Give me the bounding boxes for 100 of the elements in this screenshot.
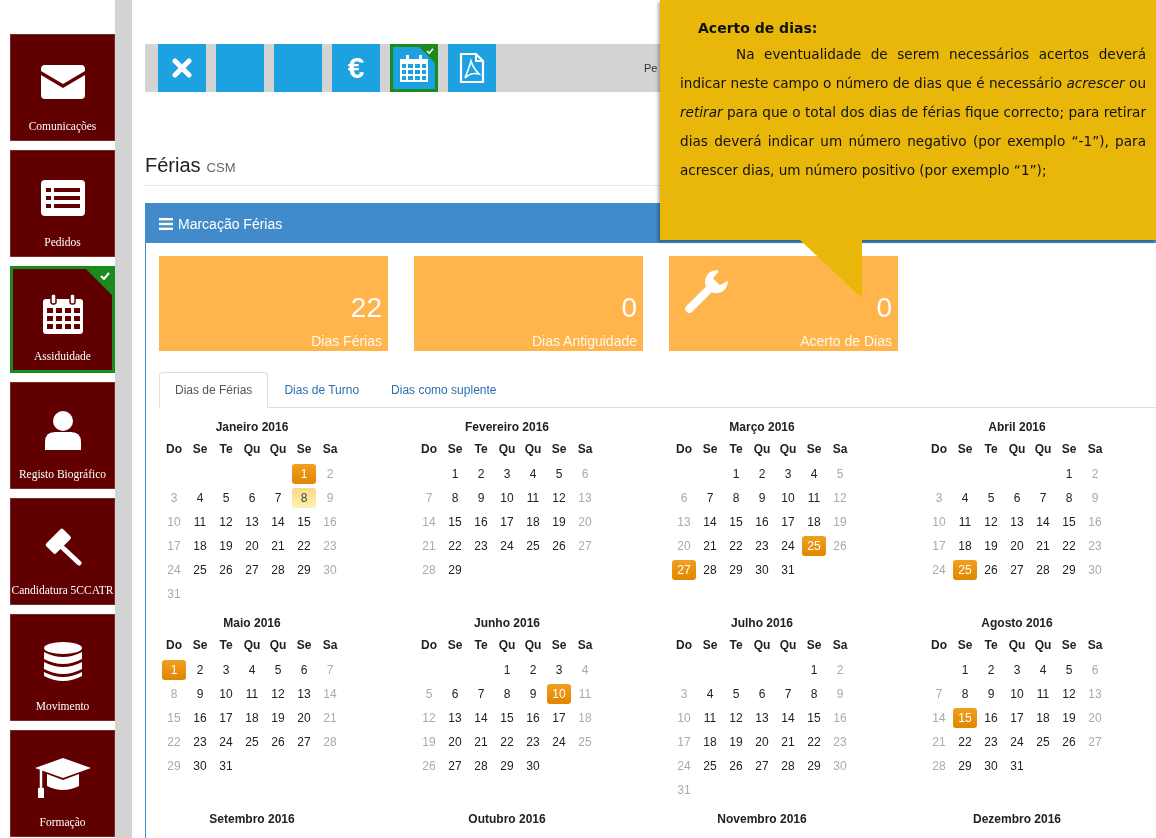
- calendar-day[interactable]: 12: [214, 512, 238, 532]
- calendar-day[interactable]: 8: [495, 684, 519, 704]
- calendar-day[interactable]: 6: [750, 684, 774, 704]
- calendar-day[interactable]: 5: [214, 488, 238, 508]
- calendar-day[interactable]: 25: [521, 536, 545, 556]
- calendar-day[interactable]: 16: [188, 708, 212, 728]
- calendar-day[interactable]: 21: [469, 732, 493, 752]
- calendar-day[interactable]: 24: [547, 732, 571, 752]
- calendar-day[interactable]: 23: [750, 536, 774, 556]
- pdf-button[interactable]: [448, 44, 496, 92]
- calendar-day[interactable]: 7: [469, 684, 493, 704]
- calendar-day[interactable]: 27: [443, 756, 467, 776]
- sidebar-item[interactable]: Pedidos: [10, 150, 115, 257]
- calendar-day[interactable]: 17: [214, 708, 238, 728]
- sidebar-item[interactable]: Comunicações: [10, 34, 115, 141]
- calendar-day[interactable]: 22: [724, 536, 748, 556]
- calendar-day[interactable]: 13: [292, 684, 316, 704]
- calendar-day[interactable]: 1: [443, 464, 467, 484]
- calendar-day[interactable]: 8: [802, 684, 826, 704]
- calendar-day[interactable]: 28: [1031, 560, 1055, 580]
- calendar-day[interactable]: 12: [266, 684, 290, 704]
- calendar-day[interactable]: 11: [240, 684, 264, 704]
- calendar-day[interactable]: 16: [469, 512, 493, 532]
- tab[interactable]: Dias de Turno: [268, 372, 376, 408]
- calendar-day[interactable]: 15: [495, 708, 519, 728]
- calendar-day[interactable]: 20: [292, 708, 316, 728]
- calendar-day[interactable]: 4: [698, 684, 722, 704]
- calendar-day[interactable]: 4: [953, 488, 977, 508]
- calendar-day[interactable]: 25: [188, 560, 212, 580]
- calendar-day[interactable]: 2: [188, 660, 212, 680]
- calendar-day[interactable]: 15: [292, 512, 316, 532]
- calendar-day[interactable]: 16: [750, 512, 774, 532]
- calendar-day[interactable]: 18: [188, 536, 212, 556]
- calendar-day[interactable]: 2: [750, 464, 774, 484]
- calendar-day[interactable]: 15: [724, 512, 748, 532]
- calendar-day[interactable]: 22: [495, 732, 519, 752]
- calendar-day[interactable]: 22: [953, 732, 977, 752]
- calendar-day[interactable]: 13: [443, 708, 467, 728]
- calendar-day[interactable]: 4: [521, 464, 545, 484]
- calendar-day[interactable]: 11: [188, 512, 212, 532]
- calendar-day[interactable]: 21: [266, 536, 290, 556]
- calendar-day[interactable]: 4: [240, 660, 264, 680]
- calendar-day[interactable]: 14: [776, 708, 800, 728]
- sidebar-item[interactable]: Candidatura 5CCATR: [10, 498, 115, 605]
- calendar-day[interactable]: 19: [724, 732, 748, 752]
- calendar-day[interactable]: 27: [750, 756, 774, 776]
- sidebar-item[interactable]: Formação: [10, 730, 115, 837]
- calendar-day[interactable]: 7: [698, 488, 722, 508]
- calendar-day[interactable]: 30: [750, 560, 774, 580]
- calendar-day[interactable]: 9: [188, 684, 212, 704]
- calendar-day[interactable]: 28: [266, 560, 290, 580]
- calendar-day[interactable]: 7: [776, 684, 800, 704]
- calendar-day[interactable]: 3: [214, 660, 238, 680]
- calendar-day[interactable]: 13: [240, 512, 264, 532]
- calendar-day[interactable]: 23: [188, 732, 212, 752]
- calendar-day[interactable]: 12: [979, 512, 1003, 532]
- calendar-day[interactable]: 7: [266, 488, 290, 508]
- calendar-day[interactable]: 5: [266, 660, 290, 680]
- calendar-day[interactable]: 29: [495, 756, 519, 776]
- calendar-day[interactable]: 6: [292, 660, 316, 680]
- calendar-day[interactable]: 5: [724, 684, 748, 704]
- calendar-day[interactable]: 30: [979, 756, 1003, 776]
- calendar-day[interactable]: 12: [1057, 684, 1081, 704]
- calendar-day[interactable]: 22: [443, 536, 467, 556]
- calendar-day[interactable]: 11: [698, 708, 722, 728]
- calendar-day[interactable]: 1: [724, 464, 748, 484]
- calendar-day[interactable]: 21: [698, 536, 722, 556]
- calendar-day[interactable]: 12: [724, 708, 748, 728]
- calendar-day[interactable]: 28: [776, 756, 800, 776]
- close-button[interactable]: [158, 44, 206, 92]
- calendar-day[interactable]: 3: [547, 660, 571, 680]
- calendar-day[interactable]: 29: [802, 756, 826, 776]
- calendar-day[interactable]: 3: [1005, 660, 1029, 680]
- calendar-day[interactable]: 29: [292, 560, 316, 580]
- calendar-day[interactable]: 4: [188, 488, 212, 508]
- calendar-day[interactable]: 21: [776, 732, 800, 752]
- calendar-day[interactable]: 31: [776, 560, 800, 580]
- calendar-day[interactable]: 11: [953, 512, 977, 532]
- calendar-day[interactable]: 11: [802, 488, 826, 508]
- calendar-day[interactable]: 23: [521, 732, 545, 752]
- calendar-day[interactable]: 8: [443, 488, 467, 508]
- calendar-day[interactable]: 26: [979, 560, 1003, 580]
- calendar-day[interactable]: 14: [469, 708, 493, 728]
- calendar-day[interactable]: 15: [802, 708, 826, 728]
- calendar-day[interactable]: 3: [776, 464, 800, 484]
- calendar-day[interactable]: 7: [1031, 488, 1055, 508]
- calendar-day[interactable]: 10: [1005, 684, 1029, 704]
- calendar-day[interactable]: 3: [495, 464, 519, 484]
- calendar-day[interactable]: 4: [802, 464, 826, 484]
- calendar-day[interactable]: 28: [469, 756, 493, 776]
- calendar-day[interactable]: 22: [802, 732, 826, 752]
- calendar-day[interactable]: 4: [1031, 660, 1055, 680]
- calendar-day[interactable]: 9: [521, 684, 545, 704]
- tab[interactable]: Dias de Férias: [159, 372, 269, 408]
- calendar-day[interactable]: 18: [953, 536, 977, 556]
- calendar-day[interactable]: 6: [240, 488, 264, 508]
- calendar-day[interactable]: 6: [443, 684, 467, 704]
- calendar-day[interactable]: 21: [1031, 536, 1055, 556]
- calendar-day[interactable]: 28: [698, 560, 722, 580]
- calendar-day[interactable]: 30: [521, 756, 545, 776]
